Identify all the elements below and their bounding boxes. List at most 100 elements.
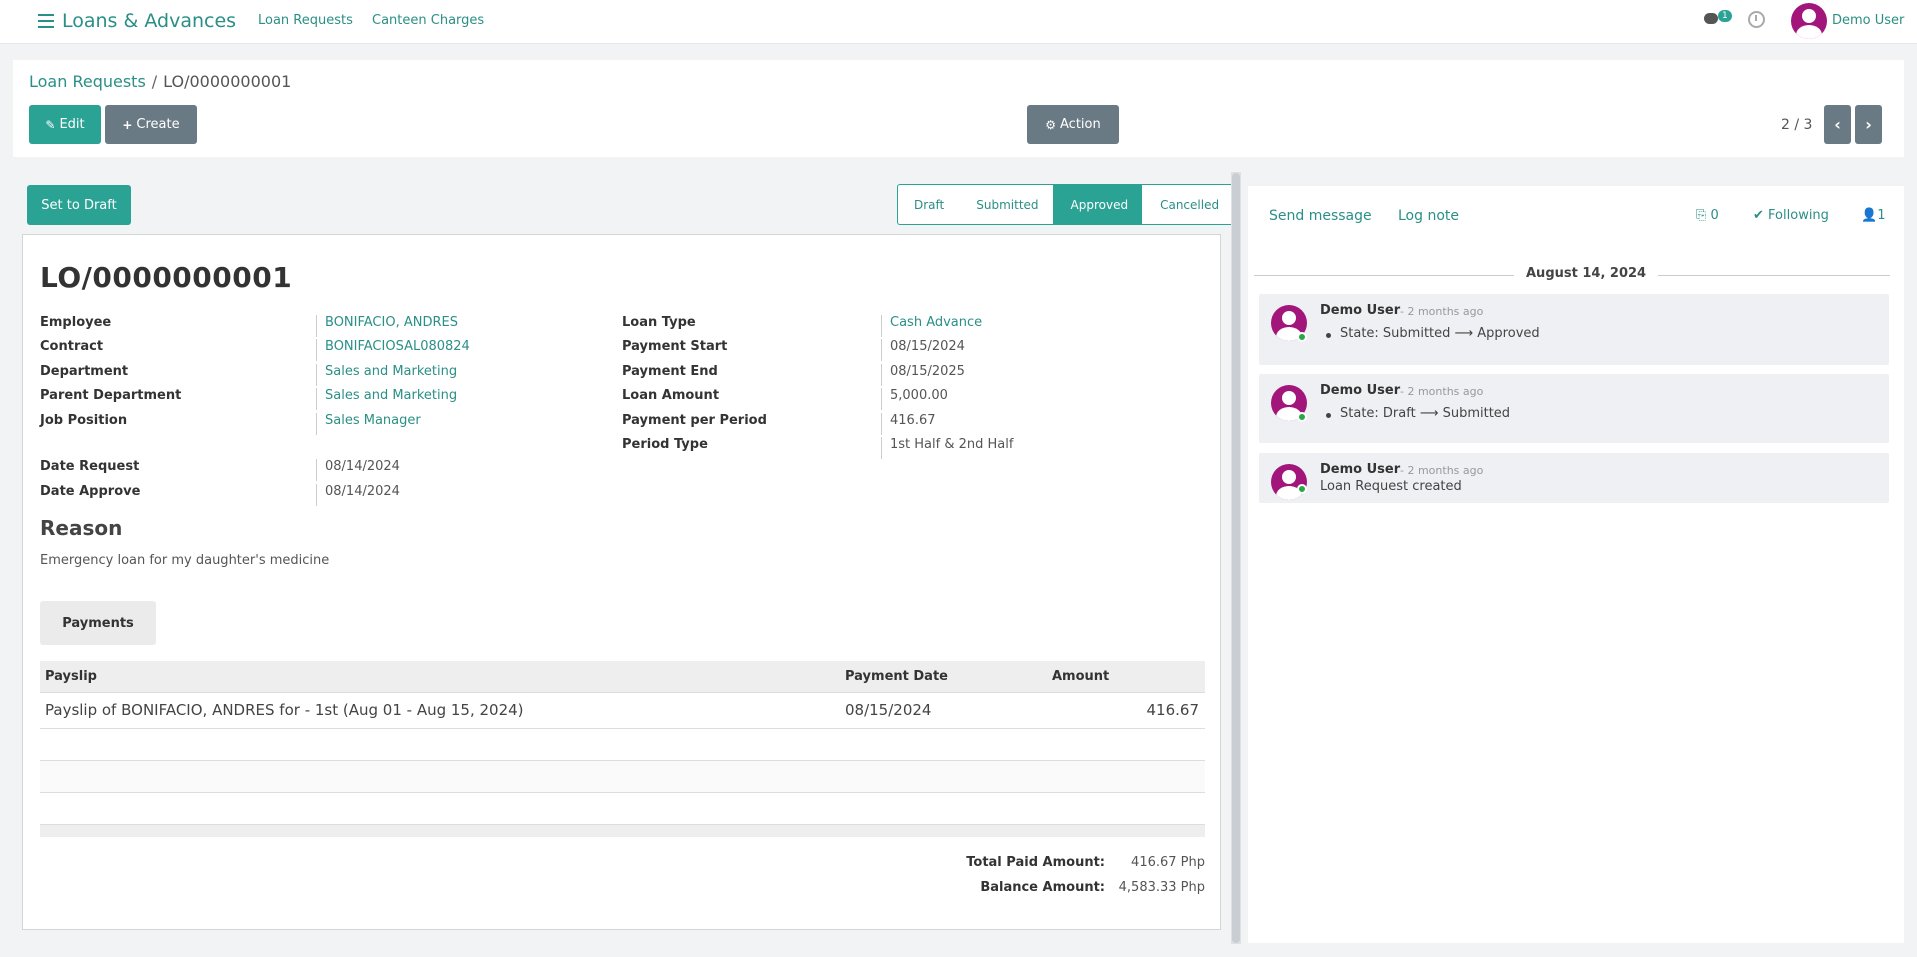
- total-paid-value: 416.67 Php: [1131, 855, 1205, 870]
- chevron-left-icon: ‹: [1834, 115, 1841, 134]
- nav-link-canteen-charges[interactable]: Canteen Charges: [372, 13, 484, 28]
- online-status-icon: [1297, 332, 1307, 342]
- field-label: Loan Amount: [622, 388, 720, 403]
- message-avatar[interactable]: [1271, 464, 1307, 500]
- messages-icon[interactable]: 1: [1704, 10, 1732, 27]
- record-title: LO/0000000001: [40, 261, 293, 294]
- paperclip-icon: ⎘: [1696, 208, 1707, 223]
- field-loan-amount: Loan Amount 5,000.00: [622, 388, 1182, 410]
- log-note-button[interactable]: Log note: [1398, 208, 1459, 224]
- following-button[interactable]: ✔ Following: [1753, 208, 1829, 223]
- column-header-payslip[interactable]: Payslip: [45, 669, 97, 684]
- form-scrollbar-thumb[interactable]: [1232, 173, 1240, 943]
- balance-row: Balance Amount: 4,583.33 Php: [40, 880, 1205, 905]
- date-divider-label: August 14, 2024: [1514, 266, 1659, 281]
- status-step-submitted[interactable]: Submitted: [958, 184, 1053, 225]
- field-job-position: Job Position Sales Manager: [40, 413, 600, 435]
- message-time: - 2 months ago: [1400, 305, 1484, 318]
- field-label: Employee: [40, 315, 112, 330]
- create-button-label: Create: [136, 117, 180, 132]
- balance-label: Balance Amount:: [980, 880, 1105, 895]
- status-step-draft[interactable]: Draft: [897, 184, 959, 225]
- chatter-message: Demo User - 2 months ago State: Submitte…: [1259, 294, 1889, 365]
- message-time: - 2 months ago: [1400, 464, 1484, 477]
- online-status-icon: [1297, 484, 1307, 494]
- payment-start-value: 08/15/2024: [881, 339, 965, 361]
- message-time: - 2 months ago: [1400, 385, 1484, 398]
- field-payment-per-period: Payment per Period 416.67: [622, 413, 1182, 435]
- breadcrumb-parent[interactable]: Loan Requests: [29, 72, 146, 91]
- edit-button-label: Edit: [59, 117, 85, 132]
- user-avatar[interactable]: [1791, 3, 1827, 39]
- contract-link[interactable]: BONIFACIOSAL080824: [316, 339, 470, 361]
- parent-department-link[interactable]: Sales and Marketing: [316, 388, 457, 410]
- edit-button[interactable]: ✎ Edit: [29, 105, 101, 144]
- field-date-request: Date Request 08/14/2024: [40, 459, 600, 481]
- total-paid-label: Total Paid Amount:: [966, 855, 1105, 870]
- breadcrumb-separator: /: [151, 72, 158, 91]
- loan-type-link[interactable]: Cash Advance: [881, 315, 982, 337]
- app-title[interactable]: Loans & Advances: [62, 10, 236, 32]
- field-label: Contract: [40, 339, 104, 354]
- table-header: Payslip Payment Date Amount: [40, 661, 1205, 693]
- total-paid-row: Total Paid Amount: 416.67 Php: [40, 855, 1205, 880]
- online-status-icon: [1297, 412, 1307, 422]
- messages-badge: 1: [1718, 10, 1732, 22]
- breadcrumb: Loan Requests / LO/0000000001: [29, 72, 291, 91]
- attachments-count: 0: [1710, 208, 1719, 223]
- user-icon: 👤: [1861, 208, 1878, 223]
- date-approve-value: 08/14/2024: [316, 484, 400, 506]
- field-date-approve: Date Approve 08/14/2024: [40, 484, 600, 506]
- pager-value[interactable]: 2 / 3: [1781, 117, 1812, 133]
- field-parent-department: Parent Department Sales and Marketing: [40, 388, 600, 410]
- create-button[interactable]: + Create: [105, 105, 197, 144]
- message-author[interactable]: Demo User: [1320, 303, 1400, 318]
- field-label: Payment per Period: [622, 413, 767, 428]
- loan-amount-value: 5,000.00: [881, 388, 948, 410]
- message-body: State: Draft ⟶ Submitted: [1325, 406, 1511, 421]
- chatter-message: Demo User - 2 months ago State: Draft ⟶ …: [1259, 374, 1889, 443]
- nav-link-loan-requests[interactable]: Loan Requests: [258, 13, 353, 28]
- message-body: State: Submitted ⟶ Approved: [1326, 326, 1540, 341]
- column-header-payment-date[interactable]: Payment Date: [845, 669, 948, 684]
- field-label: Job Position: [40, 413, 128, 428]
- send-message-button[interactable]: Send message: [1269, 208, 1372, 224]
- field-employee: Employee BONIFACIO, ANDRES: [40, 315, 600, 337]
- check-icon: ✔: [1753, 208, 1764, 223]
- pager-previous-button[interactable]: ‹: [1824, 105, 1851, 144]
- field-label: Date Approve: [40, 484, 141, 499]
- menu-hamburger-icon[interactable]: [38, 14, 54, 28]
- message-body: Loan Request created: [1320, 479, 1462, 494]
- control-panel: Loan Requests / LO/0000000001 ✎ Edit + Creat…: [13, 60, 1904, 157]
- totals: Total Paid Amount: 416.67 Php Balance Am…: [40, 855, 1205, 905]
- attachments-button[interactable]: ⎘ 0: [1696, 208, 1719, 223]
- field-payment-start: Payment Start 08/15/2024: [622, 339, 1182, 361]
- department-link[interactable]: Sales and Marketing: [316, 364, 457, 386]
- table-row[interactable]: Payslip of BONIFACIO, ANDRES for - 1st (…: [40, 693, 1205, 729]
- pager-next-button[interactable]: ›: [1855, 105, 1882, 144]
- field-payment-end: Payment End 08/15/2025: [622, 364, 1182, 386]
- tab-payments[interactable]: Payments: [40, 601, 156, 645]
- followers-button[interactable]: 👤1: [1861, 208, 1885, 223]
- column-header-amount[interactable]: Amount: [1052, 669, 1109, 684]
- status-steps: Draft Submitted Approved Cancelled: [897, 184, 1235, 225]
- payslip-cell: Payslip of BONIFACIO, ANDRES for - 1st (…: [45, 701, 524, 719]
- action-button-label: Action: [1060, 117, 1101, 132]
- action-button[interactable]: ⚙ Action: [1027, 105, 1119, 144]
- employee-link[interactable]: BONIFACIO, ANDRES: [316, 315, 458, 337]
- job-position-link[interactable]: Sales Manager: [316, 413, 421, 435]
- message-author[interactable]: Demo User: [1320, 383, 1400, 398]
- field-department: Department Sales and Marketing: [40, 364, 600, 386]
- status-step-cancelled[interactable]: Cancelled: [1142, 184, 1235, 225]
- activity-clock-icon[interactable]: [1748, 11, 1765, 28]
- payment-per-period-value: 416.67: [881, 413, 936, 435]
- set-to-draft-button[interactable]: Set to Draft: [27, 185, 131, 225]
- payment-end-value: 08/15/2025: [881, 364, 965, 386]
- message-author[interactable]: Demo User: [1320, 462, 1400, 477]
- date-request-value: 08/14/2024: [316, 459, 400, 481]
- field-label: Payment Start: [622, 339, 728, 354]
- followers-count: 1: [1877, 208, 1886, 223]
- empty-row: [40, 761, 1205, 793]
- status-step-approved[interactable]: Approved: [1052, 184, 1143, 225]
- user-menu-name[interactable]: Demo User: [1832, 13, 1904, 28]
